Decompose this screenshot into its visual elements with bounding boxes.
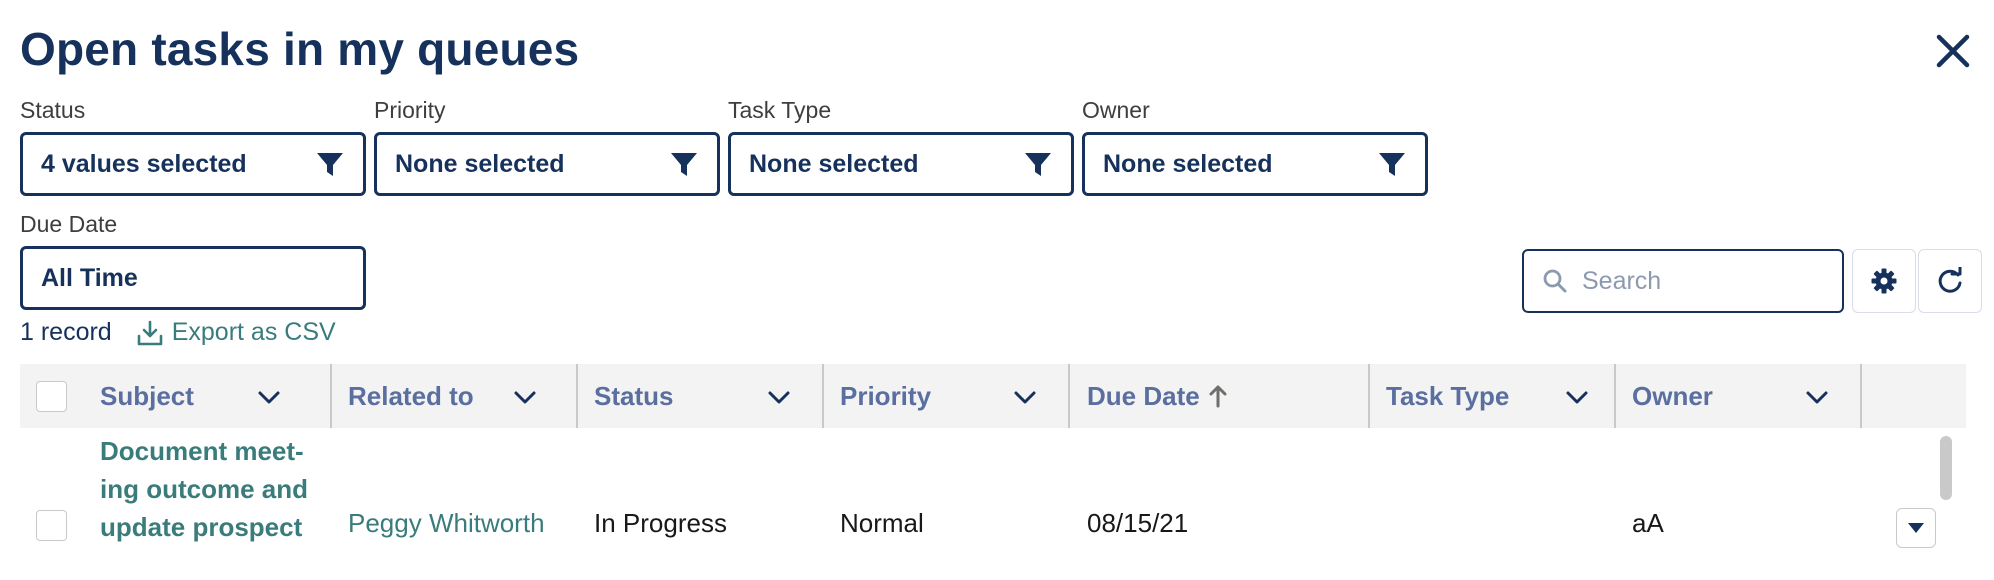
column-header-label: Priority [840,380,932,411]
priority-filter: Priority None selected [374,96,720,196]
subject-link[interactable]: Document meet-ing outcome and update pro… [100,432,330,546]
priority-cell: Normal [840,508,924,538]
column-header-status[interactable]: Status [594,364,824,428]
filter-label: Owner [1082,97,1150,123]
column-header-label: Task Type [1386,380,1510,411]
chevron-down-icon[interactable] [1804,384,1830,410]
settings-button[interactable] [1852,249,1916,313]
filter-icon [315,149,345,179]
column-header-due-date[interactable]: Due Date [1087,364,1367,428]
status-filter: Status 4 values selected [20,96,366,196]
refresh-button[interactable] [1918,249,1982,313]
filter-value: 4 values selected [41,149,247,178]
select-all-checkbox[interactable] [36,381,67,412]
status-cell: In Progress [594,508,727,538]
filter-value: None selected [1103,149,1273,178]
column-divider[interactable] [1860,364,1862,428]
search-icon [1543,269,1567,293]
priority-filter-select[interactable]: None selected [374,132,720,196]
column-header-label: Status [594,380,674,411]
due-date-filter-select[interactable]: All Time [20,246,366,310]
export-label: Export as CSV [171,318,336,346]
chevron-down-icon[interactable] [1564,384,1590,410]
owner-filter: Owner None selected [1082,96,1428,196]
column-header-label: Subject [100,380,194,411]
status-filter-select[interactable]: 4 values selected [20,132,366,196]
filter-label: Task Type [728,97,832,123]
column-header-label: Due Date [1087,380,1200,411]
column-header-related-to[interactable]: Related to [348,364,578,428]
close-icon [1936,34,1970,68]
task-type-filter: Task Type None selected [728,96,1074,196]
filter-icon [1023,149,1053,179]
chevron-down-icon[interactable] [1012,384,1038,410]
column-header-priority[interactable]: Priority [840,364,1070,428]
search-field [1522,249,1844,313]
column-header-task-type[interactable]: Task Type [1386,364,1616,428]
column-header-subject[interactable]: Subject [100,364,340,428]
filter-value: All Time [41,263,138,292]
table-header: Subject Related to Status Priority Due D… [20,364,1966,428]
row-actions-button[interactable] [1896,508,1936,548]
table-row: Document meet-ing outcome and update pro… [20,428,1966,580]
search-input[interactable] [1582,266,1822,296]
task-type-filter-select[interactable]: None selected [728,132,1074,196]
column-divider[interactable] [1068,364,1070,428]
filter-value: None selected [749,149,919,178]
record-count: 1 record [20,318,112,346]
results-meta: 1 record Export as CSV [20,318,336,347]
column-divider[interactable] [576,364,578,428]
row-checkbox[interactable] [36,510,67,541]
gear-icon [1871,268,1897,294]
column-divider[interactable] [1614,364,1616,428]
close-button[interactable] [1928,26,1978,76]
filter-label: Status [20,97,86,123]
column-divider[interactable] [822,364,824,428]
filter-label: Due Date [20,211,118,237]
vertical-scrollbar[interactable] [1940,436,1952,500]
column-divider[interactable] [330,364,332,428]
owner-filter-select[interactable]: None selected [1082,132,1428,196]
due-date-filter: Due Date All Time [20,210,366,310]
column-header-label: Owner [1632,380,1713,411]
arrow-up-icon [1209,385,1227,408]
filter-icon [1377,149,1407,179]
export-csv-link[interactable]: Export as CSV [136,318,336,347]
due-date-cell: 08/15/21 [1087,508,1189,538]
filter-value: None selected [395,149,565,178]
chevron-down-icon[interactable] [512,384,538,410]
owner-cell: aA [1632,508,1664,538]
related-to-link[interactable]: Peggy Whitworth [348,508,545,538]
caret-down-icon [1908,523,1924,533]
download-icon [137,320,163,345]
column-divider[interactable] [1368,364,1370,428]
page-title: Open tasks in my queues [20,23,580,75]
chevron-down-icon[interactable] [766,384,792,410]
refresh-icon [1938,267,1962,293]
filter-icon [669,149,699,179]
column-header-label: Related to [348,380,474,411]
filter-label: Priority [374,97,446,123]
column-header-owner[interactable]: Owner [1632,364,1862,428]
chevron-down-icon[interactable] [256,384,282,410]
